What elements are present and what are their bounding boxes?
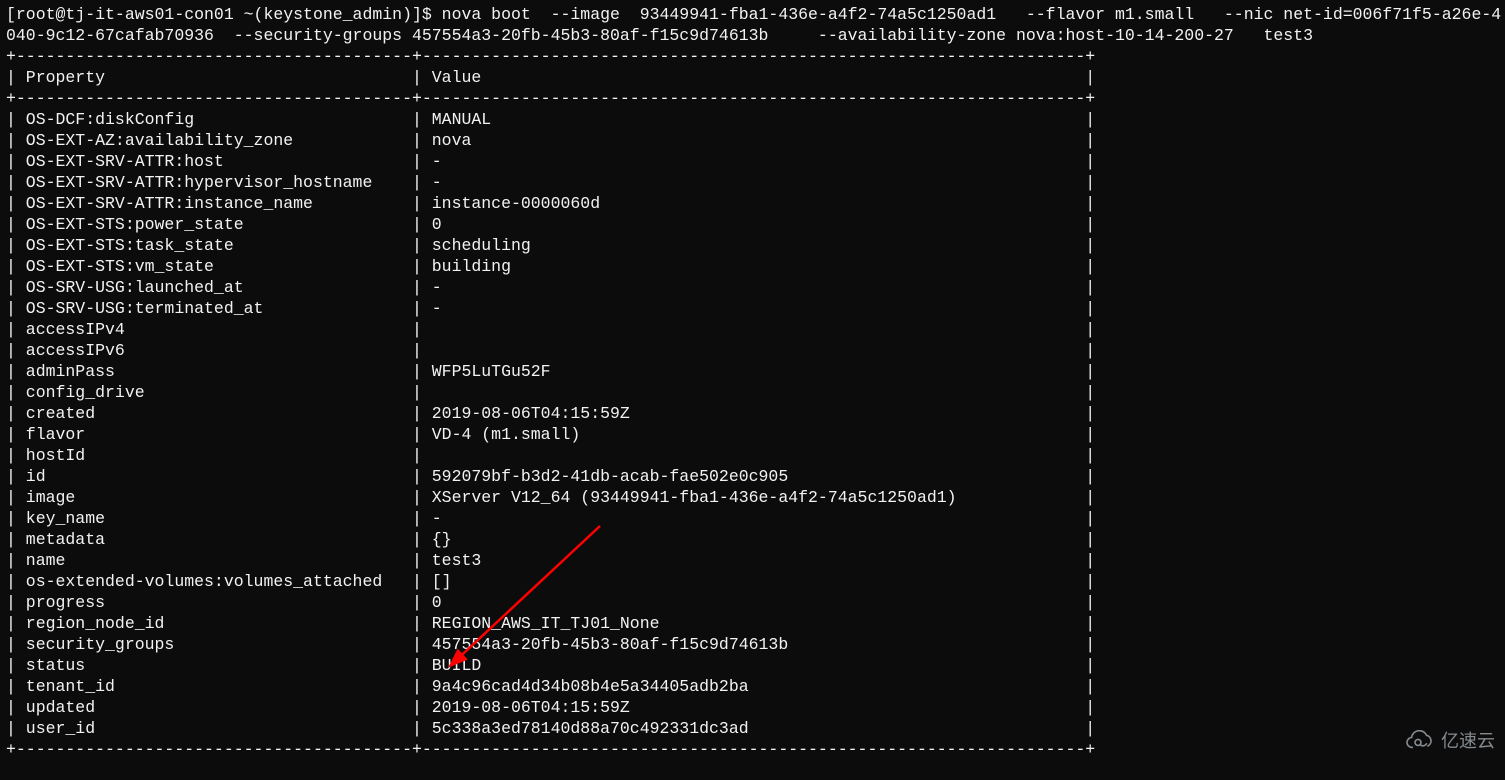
cloud-icon [1401,730,1435,752]
terminal-output: [root@tj-it-aws01-con01 ~(keystone_admin… [0,0,1505,780]
watermark-text: 亿速云 [1441,731,1495,752]
watermark: 亿速云 [1401,730,1495,752]
